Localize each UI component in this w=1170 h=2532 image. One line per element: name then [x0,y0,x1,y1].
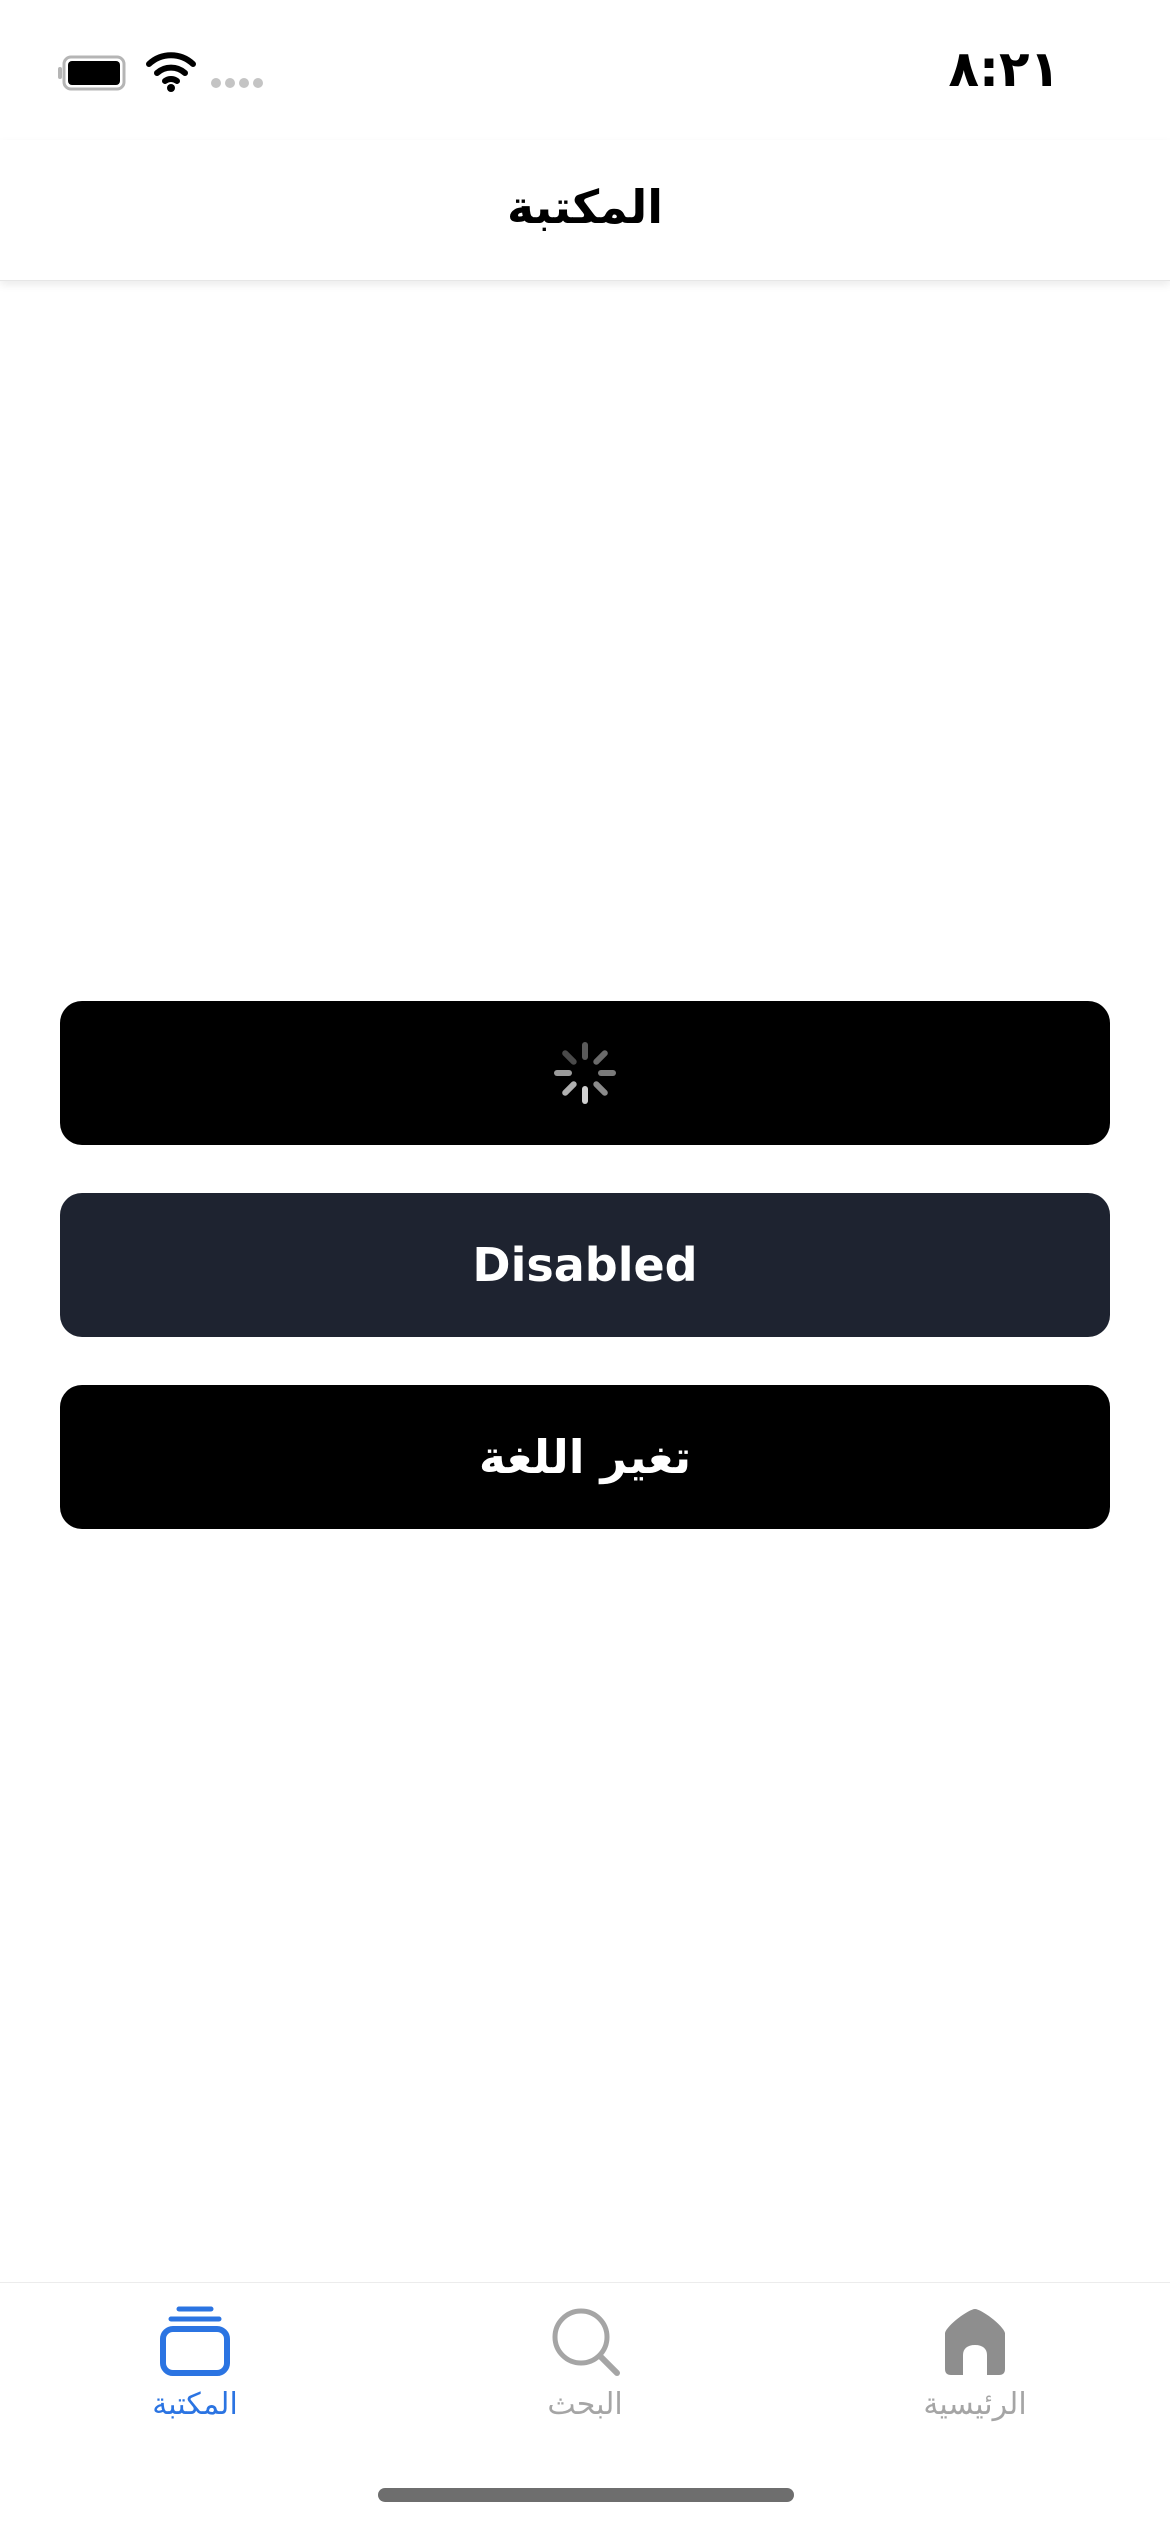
battery-icon [58,55,126,91]
search-icon [552,2308,620,2376]
status-time: ٨:٢١ [948,40,1060,98]
home-indicator [378,2488,794,2502]
library-icon [160,2306,230,2376]
status-bar: ٨:٢١ [0,0,1170,140]
cellular-signal-icon [211,78,263,88]
loading-spinner-icon [554,1042,616,1104]
screen: ٨:٢١ المكتبة Disabled تغير اللغة المكتبة… [0,0,1170,2532]
navigation-bar: المكتبة [0,140,1170,281]
page-title: المكتبة [506,180,664,234]
tab-home-label: الرئيسية [923,2387,1027,2422]
wifi-icon [146,52,196,92]
loading-button[interactable] [60,1001,1110,1145]
tab-library[interactable]: المكتبة [65,2303,325,2453]
disabled-button[interactable]: Disabled [60,1193,1110,1337]
tab-search[interactable]: البحث [455,2303,715,2453]
tab-home[interactable]: الرئيسية [845,2303,1105,2453]
tab-library-label: المكتبة [152,2387,238,2422]
home-icon [945,2309,1005,2375]
tab-search-label: البحث [547,2387,623,2422]
change-language-button[interactable]: تغير اللغة [60,1385,1110,1529]
